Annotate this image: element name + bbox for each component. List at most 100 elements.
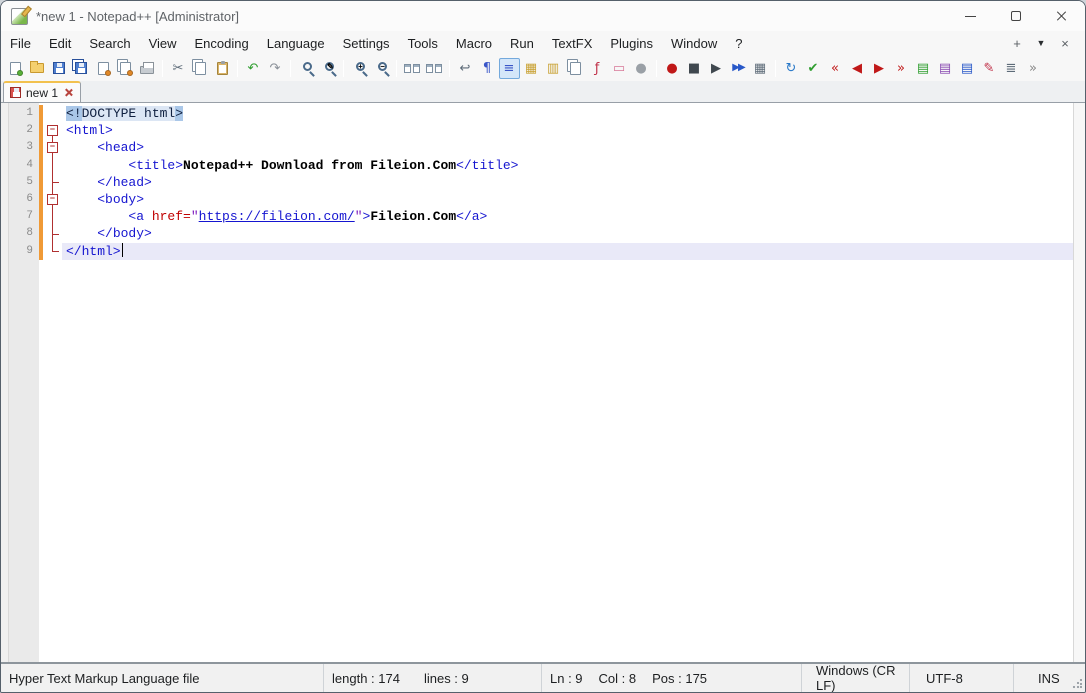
menu-run[interactable]: Run (501, 31, 543, 55)
monitoring-button-icon: ● (635, 62, 646, 75)
menu-tools[interactable]: Tools (399, 31, 447, 55)
close-file-button-icon (98, 62, 109, 75)
plugin-doc-purple-button[interactable]: ▤ (935, 58, 956, 79)
folder-as-workspace-button[interactable]: ▭ (609, 58, 630, 79)
plugin-doc-green-button[interactable]: ▤ (913, 58, 934, 79)
menu-plugins[interactable]: Plugins (601, 31, 662, 55)
fold-marker[interactable]: − (44, 139, 62, 156)
nav-next-button[interactable]: ▶ (869, 58, 890, 79)
cut-button[interactable]: ✂ (168, 58, 189, 79)
minimize-button[interactable] (947, 1, 993, 31)
nav-previous-button-icon: ◀ (852, 62, 862, 75)
maximize-icon (1011, 11, 1021, 21)
text-area[interactable]: <!DOCTYPE html><html> <head> <title>Note… (62, 103, 1073, 662)
status-encoding[interactable]: UTF-8 (909, 664, 1013, 692)
document-switcher-button[interactable] (565, 58, 586, 79)
plugin-doc-blue-button[interactable]: ▤ (957, 58, 978, 79)
sync-vertical-scrolling-button[interactable] (402, 58, 423, 79)
zoom-in-button[interactable]: + (349, 58, 370, 79)
menu-language[interactable]: Language (258, 31, 334, 55)
playback-macro-button-icon: ▶ (711, 62, 721, 75)
menu-window[interactable]: Window (662, 31, 726, 55)
toolbar-overflow-button[interactable]: » (1023, 58, 1044, 79)
function-list-button-icon: ƒ (595, 62, 600, 75)
start-recording-button[interactable]: ● (662, 58, 683, 79)
document-list-dropdown[interactable]: ▼ (1029, 33, 1053, 53)
menu-settings[interactable]: Settings (334, 31, 399, 55)
maximize-button[interactable] (993, 1, 1039, 31)
nav-last-button[interactable]: » (891, 58, 912, 79)
status-doc-type: Hyper Text Markup Language file (1, 664, 323, 692)
status-column: Col : 8 (599, 671, 637, 686)
save-recorded-macro-button-icon: ▦ (754, 62, 766, 75)
copy-button[interactable] (190, 58, 211, 79)
menu-search[interactable]: Search (80, 31, 139, 55)
nav-previous-button[interactable]: ◀ (847, 58, 868, 79)
user-defined-language-button[interactable]: ▦ (521, 58, 542, 79)
playback-macro-button[interactable]: ▶ (706, 58, 727, 79)
print-button[interactable] (137, 58, 158, 79)
read-only-toggle-button-icon: ✎ (984, 62, 995, 75)
redo-button[interactable]: ↷ (265, 58, 286, 79)
spell-check-button[interactable]: ✔ (803, 58, 824, 79)
show-all-characters-button[interactable]: ¶ (477, 58, 498, 79)
tab-close-icon[interactable] (63, 87, 74, 98)
new-document-button[interactable]: + (1005, 33, 1029, 53)
tab-new-1[interactable]: new 1 (3, 81, 81, 102)
fold-toggle[interactable]: − (47, 142, 58, 153)
function-list-button[interactable]: ƒ (587, 58, 608, 79)
document-map-button[interactable]: ▥ (543, 58, 564, 79)
fold-marker[interactable]: − (44, 191, 62, 208)
status-insert-mode[interactable]: INS (1013, 664, 1085, 692)
save-all-button[interactable] (71, 58, 92, 79)
menu-help[interactable]: ? (726, 31, 751, 55)
nav-first-button[interactable]: « (825, 58, 846, 79)
nav-last-button-icon: » (897, 62, 905, 75)
document-list-button[interactable]: ≣ (1001, 58, 1022, 79)
line-number: 9 (9, 243, 39, 260)
run-macro-multiple-times-button[interactable]: ▶▶ (728, 58, 749, 79)
replace-button[interactable]: ✎ (318, 58, 339, 79)
run-macro-multiple-times-button-icon: ▶▶ (732, 63, 743, 73)
find-button[interactable] (296, 58, 317, 79)
fold-marker[interactable]: − (44, 122, 62, 139)
menu-textfx[interactable]: TextFX (543, 31, 601, 55)
open-file-button[interactable] (27, 58, 48, 79)
word-wrap-button[interactable]: ↩ (455, 58, 476, 79)
resize-grip[interactable] (1072, 679, 1082, 689)
undo-button[interactable]: ↶ (243, 58, 264, 79)
menu-view[interactable]: View (140, 31, 186, 55)
launch-run-button[interactable]: ↻ (781, 58, 802, 79)
paste-button[interactable] (212, 58, 233, 79)
fold-toggle[interactable]: − (47, 194, 58, 205)
menu-edit[interactable]: Edit (40, 31, 80, 55)
monitoring-button[interactable]: ● (631, 58, 652, 79)
nav-first-button-icon: « (831, 62, 839, 75)
code-line: <!DOCTYPE html> (62, 105, 1073, 122)
code-line: <a href="https://fileion.com/">Fileion.C… (62, 208, 1073, 225)
menu-macro[interactable]: Macro (447, 31, 501, 55)
show-indent-guide-button[interactable]: ≡ (499, 58, 520, 79)
close-file-button[interactable] (93, 58, 114, 79)
vertical-scrollbar[interactable] (1073, 103, 1085, 662)
close-button[interactable] (1039, 1, 1085, 31)
fold-cell (44, 208, 62, 225)
fold-toggle[interactable]: − (47, 125, 58, 136)
stop-recording-button[interactable]: ■ (684, 58, 705, 79)
zoom-out-button[interactable]: − (371, 58, 392, 79)
save-file-button[interactable] (49, 58, 70, 79)
close-all-button[interactable] (115, 58, 136, 79)
status-eol-format[interactable]: Windows (CR LF) (801, 664, 909, 692)
close-document-button[interactable]: × (1053, 33, 1077, 53)
sync-vertical-scrolling-button-icon (404, 64, 420, 73)
line-number: 8 (9, 225, 39, 242)
menu-encoding[interactable]: Encoding (186, 31, 258, 55)
menu-file[interactable]: File (1, 31, 40, 55)
title-bar[interactable]: *new 1 - Notepad++ [Administrator] (1, 1, 1085, 31)
new-file-button[interactable] (5, 58, 26, 79)
sync-horizontal-scrolling-button[interactable] (424, 58, 445, 79)
show-all-characters-button-icon: ¶ (483, 62, 491, 75)
read-only-toggle-button[interactable]: ✎ (979, 58, 1000, 79)
save-recorded-macro-button[interactable]: ▦ (750, 58, 771, 79)
window-edge (1, 103, 9, 662)
